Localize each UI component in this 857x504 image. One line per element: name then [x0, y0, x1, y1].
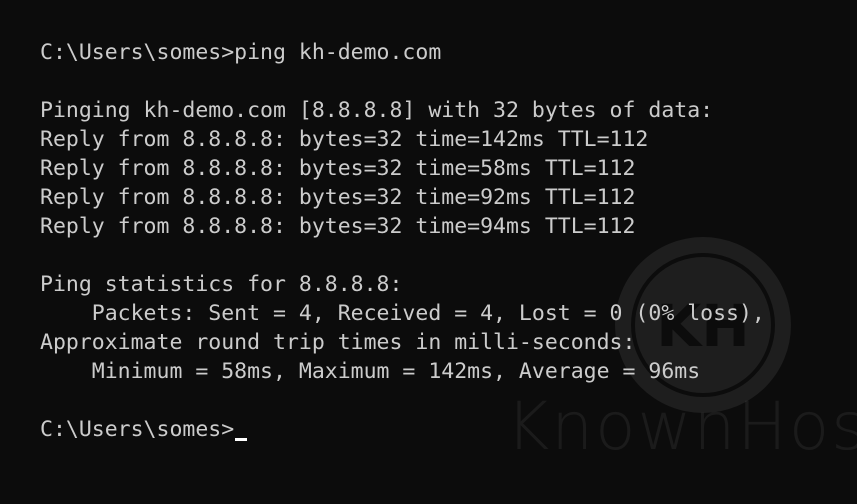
pinging-header-line: Pinging kh-demo.com [8.8.8.8] with 32 by…: [40, 98, 714, 123]
reply-line: Reply from 8.8.8.8: bytes=32 time=92ms T…: [40, 185, 636, 210]
text-cursor: [235, 438, 248, 441]
rtt-header-line: Approximate round trip times in milli-se…: [40, 330, 636, 355]
reply-line: Reply from 8.8.8.8: bytes=32 time=142ms …: [40, 127, 649, 152]
console-output: C:\Users\somes>ping kh-demo.com Pinging …: [40, 38, 765, 444]
reply-line: Reply from 8.8.8.8: bytes=32 time=94ms T…: [40, 214, 636, 239]
rtt-summary-line: Minimum = 58ms, Maximum = 142ms, Average…: [40, 359, 701, 384]
terminal-window[interactable]: KH KnownHost C:\Users\somes>ping kh-demo…: [0, 0, 857, 504]
prompt-line[interactable]: C:\Users\somes>: [40, 415, 765, 444]
prompt-text: C:\Users\somes>: [40, 417, 235, 442]
command-line: C:\Users\somes>ping kh-demo.com: [40, 40, 442, 65]
statistics-header-line: Ping statistics for 8.8.8.8:: [40, 272, 403, 297]
reply-line: Reply from 8.8.8.8: bytes=32 time=58ms T…: [40, 156, 636, 181]
packets-summary-line: Packets: Sent = 4, Received = 4, Lost = …: [40, 301, 765, 326]
